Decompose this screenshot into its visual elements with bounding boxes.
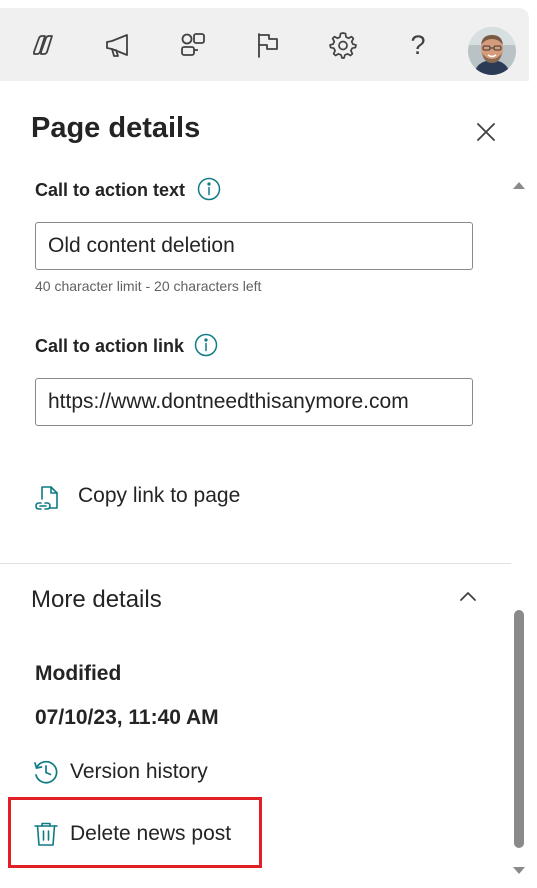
info-icon[interactable] [197,177,221,201]
copilot-icon[interactable] [28,30,58,60]
cta-link-label: Call to action link [35,336,185,356]
top-toolbar: ? [0,8,529,81]
document-link-icon[interactable] [34,484,62,512]
avatar[interactable] [468,27,516,75]
cta-text-input[interactable] [35,222,473,270]
modified-value: 07/10/23, 11:40 AM [35,706,219,729]
cta-link-input[interactable] [35,378,473,426]
panel-title: Page details [31,112,201,144]
copy-link-button[interactable]: Copy link to page [78,484,240,508]
version-history-button[interactable]: Version history [70,760,208,784]
scroll-down-arrow[interactable] [512,866,526,876]
shapes-icon[interactable] [178,30,208,60]
chevron-up-icon[interactable] [456,586,480,606]
scrollbar-thumb[interactable] [514,610,524,848]
section-divider [0,563,511,564]
close-button[interactable] [472,118,500,146]
more-details-header[interactable]: More details [31,586,162,614]
modified-label: Modified [35,662,122,685]
cta-text-label: Call to action text [35,180,186,200]
highlight-box [8,797,262,868]
scroll-up-arrow[interactable] [512,180,526,190]
help-icon[interactable]: ? [403,30,433,60]
megaphone-icon[interactable] [103,30,133,60]
character-limit-hint: 40 character limit - 20 characters left [35,278,262,294]
gear-icon[interactable] [328,30,358,60]
info-icon[interactable] [194,333,218,357]
flag-icon[interactable] [253,30,283,60]
history-icon[interactable] [32,758,60,786]
